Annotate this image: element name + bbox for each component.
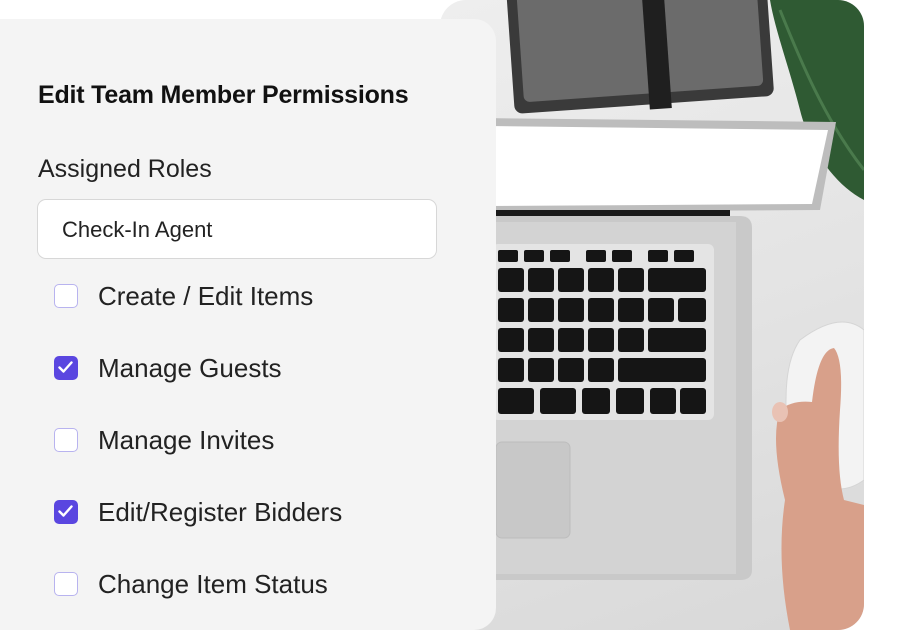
checkbox-create-edit-items[interactable] [54,284,78,308]
permission-edit-register-bidders[interactable]: Edit/Register Bidders [54,492,454,532]
checkbox-change-item-status[interactable] [54,572,78,596]
assigned-roles-label: Assigned Roles [38,155,212,183]
checkmark-icon [58,505,73,517]
assigned-roles-input[interactable]: Check-In Agent [37,199,437,259]
card-title: Edit Team Member Permissions [38,81,409,109]
checkmark-icon [58,361,73,373]
notebook-icon [506,0,774,114]
permission-label: Change Item Status [98,568,328,599]
checkbox-manage-guests[interactable] [54,356,78,380]
permission-manage-guests[interactable]: Manage Guests [54,348,454,388]
permission-label: Create / Edit Items [98,280,314,311]
laptop-icon [470,118,836,580]
permission-change-item-status[interactable]: Change Item Status [54,564,454,604]
laptop-illustration [470,0,864,630]
laptop-desk-photo [440,0,864,630]
permission-manage-invites[interactable]: Manage Invites [54,420,454,460]
checkbox-edit-register-bidders[interactable] [54,500,78,524]
mouse-icon [772,321,864,630]
permission-label: Manage Guests [98,352,282,383]
permission-label: Manage Invites [98,424,275,455]
checkbox-manage-invites[interactable] [54,428,78,452]
permission-label: Edit/Register Bidders [98,496,343,527]
permissions-card: Edit Team Member Permissions Assigned Ro… [0,19,496,630]
assigned-roles-value: Check-In Agent [62,217,213,242]
permission-create-edit-items[interactable]: Create / Edit Items [54,276,454,316]
